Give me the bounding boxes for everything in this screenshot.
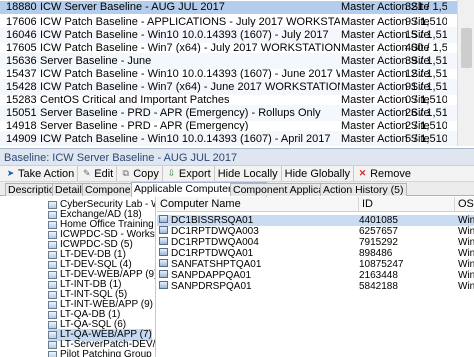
tab-action-history[interactable]: Action History (5) [320, 183, 407, 196]
computer-name: SANFATSHPTQA01 [171, 259, 262, 270]
computer-icon [159, 259, 168, 267]
take-action-button[interactable]: ➤ Take Action [2, 166, 79, 181]
computer-row[interactable]: DC1RPTDWQA004 7915292 Win [157, 237, 474, 248]
group-icon [48, 231, 57, 239]
computer-name: DC1RPTDWQA003 [171, 226, 259, 237]
computer-os: Win [458, 215, 474, 226]
scrollbar-thumb[interactable] [461, 28, 472, 68]
export-button[interactable]: ⇩ Export [163, 166, 215, 181]
computer-group-tree: CyberSecurity Lab - Works Exchange/AD (1… [0, 197, 156, 357]
group-icon [48, 221, 57, 229]
group-icon [48, 251, 57, 259]
copy-button[interactable]: ⧉ Copy [117, 166, 163, 181]
computer-id: 7915292 [359, 237, 398, 248]
baseline-row[interactable]: 14909 ICW Patch Baseline - Win10 10.0.14… [0, 131, 474, 146]
copy-icon: ⧉ [122, 168, 129, 178]
group-icon [48, 271, 57, 279]
grid-header: Computer Name ID OS [157, 197, 474, 212]
computer-icon [159, 248, 168, 256]
column-header-id[interactable]: ID [359, 197, 455, 212]
computer-name: DC1RPTDWQA01 [171, 248, 254, 259]
computer-os: Win [458, 270, 474, 281]
group-icon [48, 351, 57, 357]
baseline-count: 5 / 1,510 [405, 133, 447, 145]
edit-icon: ✎ [82, 168, 91, 178]
computer-os: Win [458, 226, 474, 237]
computer-id: 2163448 [359, 270, 398, 281]
baseline-list: 18880 ICW Server Baseline - AUG JUL 2017… [0, 0, 474, 146]
group-icon [48, 241, 57, 249]
computer-os: Win [458, 281, 474, 292]
take-action-label: Take Action [18, 167, 75, 180]
group-icon [48, 321, 57, 329]
group-icon [48, 201, 57, 209]
column-header-computer-name[interactable]: Computer Name [157, 197, 359, 212]
baseline-count: 321 / 1,510 [405, 1, 447, 13]
tree-item-label: Pilot Patching Group (0) [60, 349, 155, 357]
computer-id: 5842188 [359, 281, 398, 292]
computer-id: 898486 [359, 248, 393, 259]
computer-row[interactable]: DC1RPTDWQA01 898486 Win [157, 248, 474, 259]
computer-row[interactable]: DC1RPTDWQA003 6257657 Win [157, 226, 474, 237]
details-tabs: Description Details Components Applicabl… [0, 182, 474, 197]
remove-button[interactable]: ✕ Remove [354, 166, 414, 181]
computer-row[interactable]: DC1BISSRSQA01 4401085 Win [157, 215, 474, 226]
copy-label: Copy [133, 167, 159, 180]
hide-locally-label: Hide Locally [217, 167, 278, 180]
tree-item[interactable]: Pilot Patching Group (0) [48, 349, 155, 357]
group-icon [48, 281, 57, 289]
computer-icon [159, 270, 168, 278]
vertical-scrollbar[interactable] [457, 0, 474, 146]
toolbar: ➤ Take Action ✎ Edit ⧉ Copy ⇩ Export Hid… [0, 166, 474, 182]
computer-id: 10875247 [359, 259, 404, 270]
hide-locally-button[interactable]: Hide Locally [215, 166, 282, 181]
computer-os: Win [458, 259, 474, 270]
computer-row[interactable]: SANPDRSPQA01 5842188 Win [157, 281, 474, 292]
computer-row[interactable]: SANFATSHPTQA01 10875247 Win [157, 259, 474, 270]
take-action-icon: ➤ [6, 168, 15, 178]
computer-icon [159, 226, 168, 234]
baseline-id: 18880 [6, 1, 37, 13]
computer-icon [159, 215, 168, 223]
computer-name: DC1BISSRSQA01 [171, 215, 254, 226]
group-icon [48, 261, 57, 269]
computer-name: SANPDRSPQA01 [171, 281, 252, 292]
computer-os: Win [458, 248, 474, 259]
computer-row[interactable]: SANPDAPPQA01 2163448 Win [157, 270, 474, 281]
computer-icon [159, 237, 168, 245]
baseline-name: ICW Patch Baseline - Win10 10.0.14393 (1… [40, 133, 331, 145]
computer-icon [159, 281, 168, 289]
computer-id: 4401085 [359, 215, 398, 226]
column-header-os[interactable]: OS [455, 197, 474, 212]
group-icon [48, 331, 57, 339]
hide-globally-button[interactable]: Hide Globally [282, 166, 355, 181]
export-icon: ⇩ [167, 168, 176, 178]
edit-button[interactable]: ✎ Edit [78, 166, 118, 181]
group-icon [48, 301, 57, 309]
group-icon [48, 291, 57, 299]
baseline-id: 14909 [6, 133, 37, 145]
computer-os: Win [458, 237, 474, 248]
remove-label: Remove [370, 167, 412, 180]
computer-name: SANPDAPPQA01 [171, 270, 252, 281]
baseline-name: ICW Server Baseline - AUG JUL 2017 [40, 1, 225, 13]
edit-label: Edit [94, 167, 114, 180]
computer-name: DC1RPTDWQA004 [171, 237, 259, 248]
details-title: Baseline: ICW Server Baseline - AUG JUL … [0, 148, 474, 166]
remove-icon: ✕ [358, 168, 367, 178]
computer-id: 6257657 [359, 226, 398, 237]
hide-globally-label: Hide Globally [284, 167, 351, 180]
group-icon [48, 311, 57, 319]
group-icon [48, 341, 57, 349]
applicable-computers-grid: Computer Name ID OS DC1BISSRSQA01 440108… [157, 197, 474, 357]
export-label: Export [178, 167, 211, 180]
baseline-row[interactable]: 18880 ICW Server Baseline - AUG JUL 2017… [0, 1, 474, 14]
group-icon [48, 211, 57, 219]
